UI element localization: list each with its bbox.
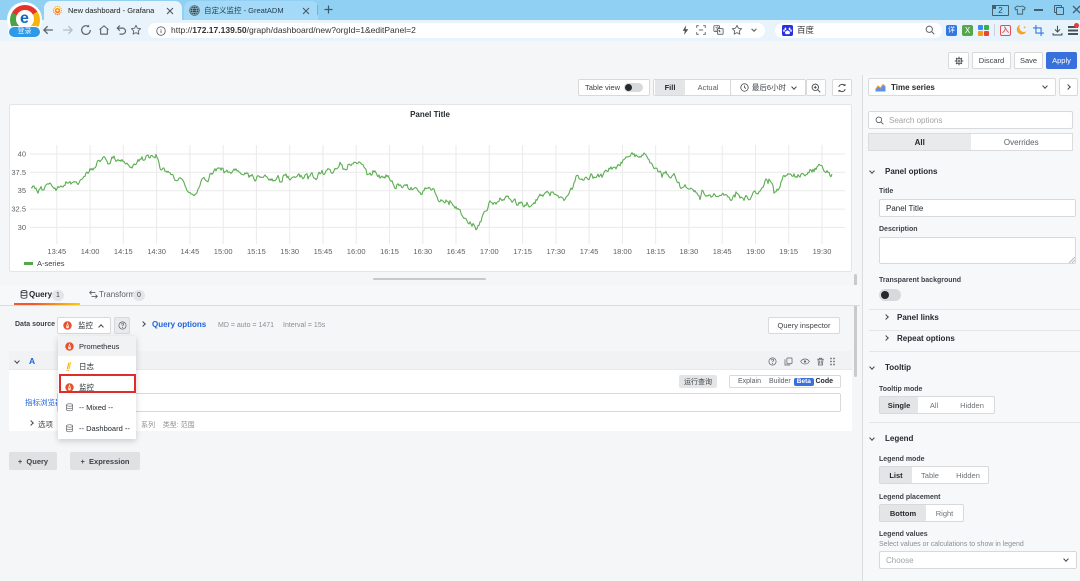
svg-text:15:30: 15:30 — [280, 247, 299, 256]
svg-text:19:00: 19:00 — [746, 247, 765, 256]
svg-text:30: 30 — [18, 223, 26, 232]
svg-text:37.5: 37.5 — [11, 168, 26, 177]
svg-text:19:30: 19:30 — [813, 247, 832, 256]
svg-text:19:15: 19:15 — [779, 247, 798, 256]
svg-text:18:30: 18:30 — [680, 247, 699, 256]
svg-text:18:00: 18:00 — [613, 247, 632, 256]
svg-text:17:30: 17:30 — [547, 247, 566, 256]
svg-text:14:30: 14:30 — [147, 247, 166, 256]
svg-text:18:15: 18:15 — [646, 247, 665, 256]
svg-text:Panel Title: Panel Title — [410, 110, 450, 119]
svg-text:15:00: 15:00 — [214, 247, 233, 256]
svg-text:15:15: 15:15 — [247, 247, 266, 256]
svg-text:文: 文 — [715, 26, 720, 33]
svg-text:16:45: 16:45 — [447, 247, 466, 256]
svg-text:16:00: 16:00 — [347, 247, 366, 256]
svg-text:14:00: 14:00 — [81, 247, 100, 256]
svg-text:32.5: 32.5 — [11, 205, 26, 214]
svg-text:14:45: 14:45 — [181, 247, 200, 256]
svg-text:16:15: 16:15 — [380, 247, 399, 256]
svg-text:17:00: 17:00 — [480, 247, 499, 256]
svg-text:35: 35 — [18, 186, 26, 195]
svg-text:17:15: 17:15 — [513, 247, 532, 256]
svg-text:13:45: 13:45 — [47, 247, 66, 256]
svg-text:14:15: 14:15 — [114, 247, 133, 256]
svg-text:16:30: 16:30 — [413, 247, 432, 256]
svg-text:40: 40 — [18, 150, 26, 159]
svg-text:15:45: 15:45 — [314, 247, 333, 256]
svg-text:17:45: 17:45 — [580, 247, 599, 256]
svg-text:A-series: A-series — [37, 259, 65, 268]
svg-text:18:45: 18:45 — [713, 247, 732, 256]
